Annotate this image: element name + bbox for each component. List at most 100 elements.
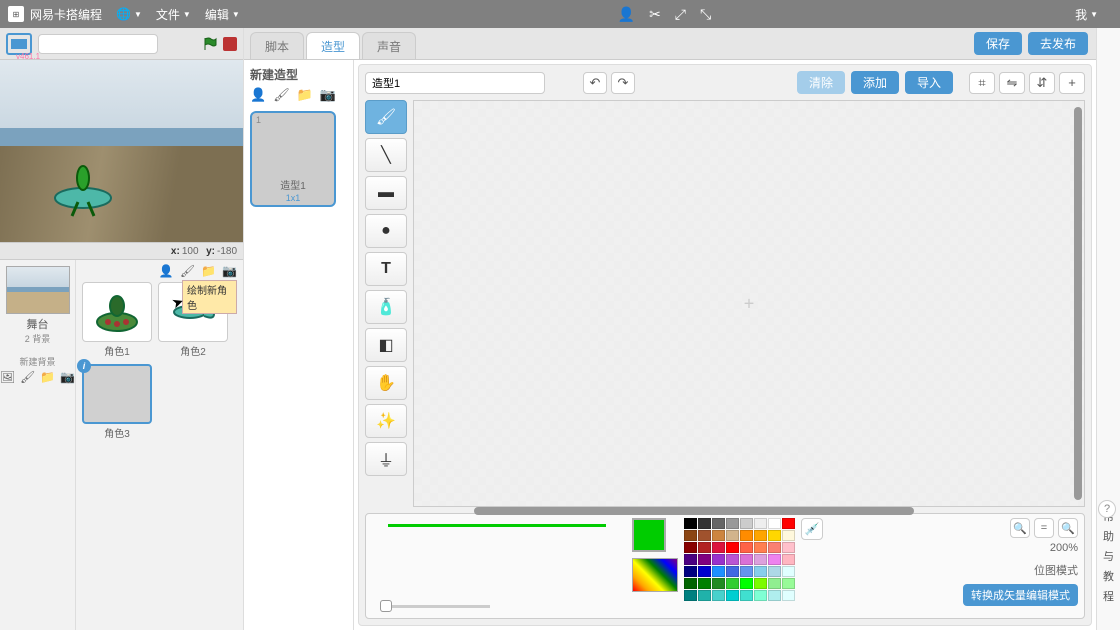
- color-swatch[interactable]: [698, 590, 711, 601]
- color-swatch[interactable]: [740, 578, 753, 589]
- color-swatch[interactable]: [754, 578, 767, 589]
- color-swatch[interactable]: [768, 554, 781, 565]
- color-swatch[interactable]: [726, 590, 739, 601]
- color-swatch[interactable]: [740, 566, 753, 577]
- color-swatch[interactable]: [712, 530, 725, 541]
- color-swatch[interactable]: [782, 578, 795, 589]
- tab-costumes[interactable]: 造型: [306, 32, 360, 59]
- add-button[interactable]: 添加: [851, 71, 899, 94]
- eyedropper-icon[interactable]: 💉: [801, 518, 823, 540]
- fill-tool[interactable]: 🧴: [365, 290, 407, 324]
- clear-button[interactable]: 清除: [797, 71, 845, 94]
- camera-sprite-icon[interactable]: 📷: [222, 264, 237, 278]
- color-swatch[interactable]: [712, 578, 725, 589]
- color-swatch[interactable]: [698, 530, 711, 541]
- color-swatch[interactable]: [726, 542, 739, 553]
- current-color-swatch[interactable]: [632, 518, 666, 552]
- upload-sprite-icon[interactable]: 📁: [201, 264, 216, 278]
- zoom-in-button[interactable]: 🔍: [1058, 518, 1078, 538]
- color-swatch[interactable]: [726, 566, 739, 577]
- wand-tool[interactable]: ✨: [365, 404, 407, 438]
- zoom-reset-button[interactable]: =: [1034, 518, 1054, 538]
- stage-thumbnail[interactable]: [6, 266, 70, 314]
- project-name-input[interactable]: [38, 34, 158, 54]
- brush-tool[interactable]: 🖌: [365, 100, 407, 134]
- green-flag-button[interactable]: [201, 35, 219, 53]
- paint-costume-icon[interactable]: 🖌: [273, 87, 290, 103]
- camera-backdrop-icon[interactable]: 📷: [60, 370, 75, 384]
- cut-tool-icon[interactable]: ✂: [649, 6, 661, 23]
- sprite-item[interactable]: 角色1: [82, 282, 152, 358]
- upload-costume-icon[interactable]: 📁: [297, 87, 313, 103]
- sprite-info-icon[interactable]: i: [77, 359, 91, 373]
- choose-backdrop-icon[interactable]: 🖼: [0, 370, 15, 384]
- color-swatch[interactable]: [684, 566, 697, 577]
- color-swatch[interactable]: [712, 590, 725, 601]
- color-swatch[interactable]: [712, 566, 725, 577]
- sprite-on-stage[interactable]: [48, 160, 118, 220]
- stamp-tool-icon[interactable]: 👤: [618, 6, 635, 23]
- redo-button[interactable]: ↷: [611, 72, 635, 94]
- color-swatch[interactable]: [740, 542, 753, 553]
- color-swatch[interactable]: [768, 590, 781, 601]
- color-swatch[interactable]: [754, 530, 767, 541]
- help-sidebar[interactable]: ? 帮 助 与 教 程: [1096, 28, 1120, 630]
- color-swatch[interactable]: [754, 542, 767, 553]
- flip-v-icon[interactable]: ⇵: [1029, 72, 1055, 94]
- tab-scripts[interactable]: 脚本: [250, 32, 304, 59]
- color-picker-icon[interactable]: [632, 558, 678, 592]
- edit-menu[interactable]: 编辑▼: [205, 6, 240, 23]
- color-swatch[interactable]: [754, 518, 767, 529]
- color-swatch[interactable]: [768, 578, 781, 589]
- color-swatch[interactable]: [768, 566, 781, 577]
- upload-backdrop-icon[interactable]: 📁: [40, 370, 55, 384]
- color-swatch[interactable]: [726, 530, 739, 541]
- undo-button[interactable]: ↶: [583, 72, 607, 94]
- stamp-tool[interactable]: ⏚: [365, 442, 407, 476]
- crop-icon[interactable]: ⌗: [969, 72, 995, 94]
- user-menu[interactable]: 我▼: [1075, 6, 1098, 23]
- grow-tool-icon[interactable]: ⤢: [675, 6, 686, 23]
- color-swatch[interactable]: [782, 554, 795, 565]
- horizontal-scrollbar[interactable]: [474, 507, 914, 515]
- vertical-scrollbar[interactable]: [1074, 107, 1082, 500]
- select-tool[interactable]: ✋: [365, 366, 407, 400]
- color-swatch[interactable]: [698, 578, 711, 589]
- color-swatch[interactable]: [768, 518, 781, 529]
- color-swatch[interactable]: [768, 542, 781, 553]
- switch-mode-button[interactable]: 转换成矢量编辑模式: [963, 584, 1078, 606]
- center-icon[interactable]: +: [1059, 72, 1085, 94]
- color-swatch[interactable]: [782, 542, 795, 553]
- color-swatch[interactable]: [740, 518, 753, 529]
- paint-sprite-icon[interactable]: 🖌: [180, 264, 195, 278]
- color-swatch[interactable]: [712, 554, 725, 565]
- color-swatch[interactable]: [740, 530, 753, 541]
- color-swatch[interactable]: [698, 542, 711, 553]
- stop-button[interactable]: [223, 37, 237, 51]
- color-swatch[interactable]: [698, 566, 711, 577]
- color-swatch[interactable]: [684, 542, 697, 553]
- save-button[interactable]: 保存: [974, 32, 1022, 55]
- text-tool[interactable]: T: [365, 252, 407, 286]
- costume-thumbnail[interactable]: 1 造型1 1x1: [250, 111, 336, 207]
- brush-size-slider[interactable]: [380, 605, 490, 608]
- line-tool[interactable]: ╲: [365, 138, 407, 172]
- color-swatch[interactable]: [684, 518, 697, 529]
- costume-name-input[interactable]: [365, 72, 545, 94]
- color-swatch[interactable]: [754, 566, 767, 577]
- color-swatch[interactable]: [726, 578, 739, 589]
- eraser-tool[interactable]: ◧: [365, 328, 407, 362]
- tab-sounds[interactable]: 声音: [362, 32, 416, 59]
- color-swatch[interactable]: [726, 554, 739, 565]
- color-swatch[interactable]: [754, 554, 767, 565]
- choose-costume-icon[interactable]: 👤: [250, 87, 266, 103]
- globe-menu[interactable]: 🌐▼: [116, 7, 142, 21]
- zoom-out-button[interactable]: 🔍: [1010, 518, 1030, 538]
- color-swatch[interactable]: [684, 554, 697, 565]
- color-swatch[interactable]: [754, 590, 767, 601]
- camera-costume-icon[interactable]: 📷: [320, 87, 336, 103]
- color-swatch[interactable]: [782, 566, 795, 577]
- file-menu[interactable]: 文件▼: [156, 6, 191, 23]
- choose-sprite-icon[interactable]: 👤: [159, 264, 174, 278]
- color-swatch[interactable]: [698, 554, 711, 565]
